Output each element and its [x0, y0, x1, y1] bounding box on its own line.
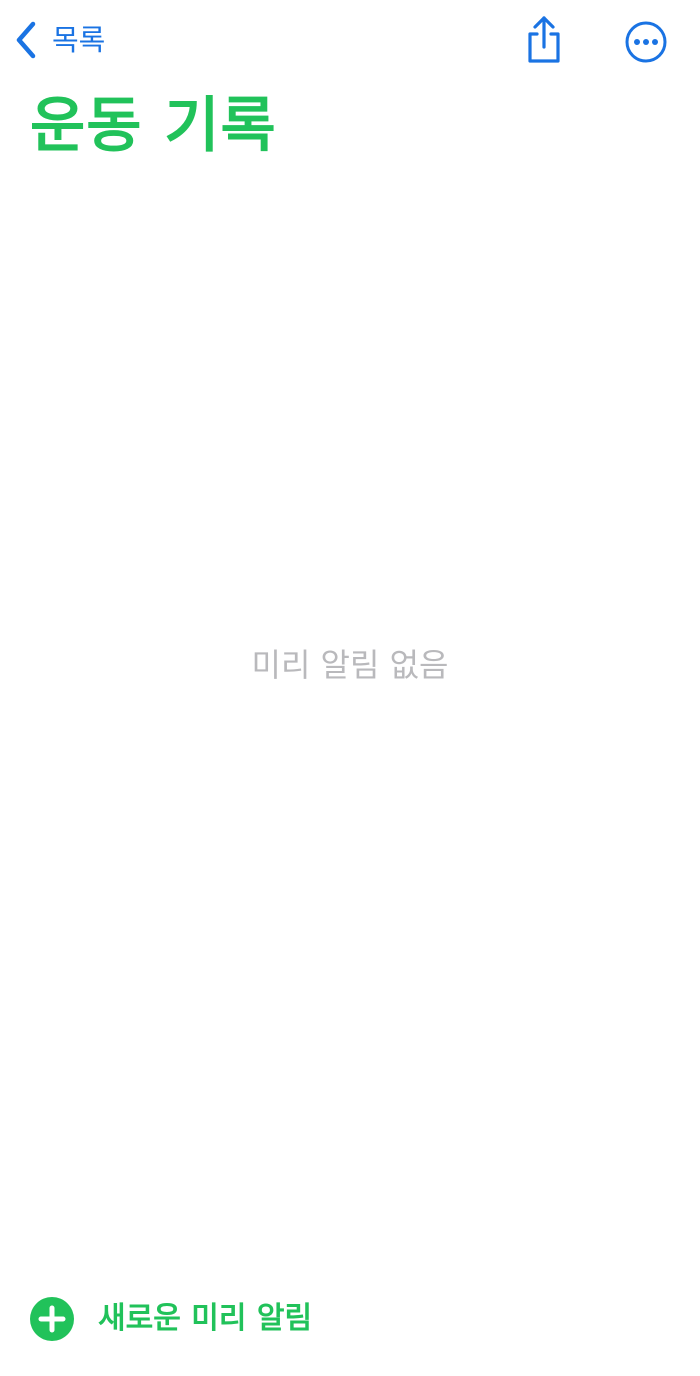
- new-reminder-button[interactable]: 새로운 미리 알림: [28, 1294, 312, 1344]
- share-icon: [520, 16, 568, 70]
- ellipsis-circle-icon: [622, 21, 670, 70]
- chevron-left-icon: [14, 20, 38, 60]
- new-reminder-label: 새로운 미리 알림: [98, 1301, 313, 1336]
- list-title: 운동 기록: [30, 91, 277, 161]
- more-button[interactable]: [622, 18, 670, 66]
- back-label: 목록: [52, 23, 106, 57]
- share-button[interactable]: [520, 14, 568, 66]
- empty-state-message: 미리 알림 없음: [251, 646, 449, 684]
- plus-circle-icon: [28, 1295, 76, 1343]
- navigation-bar: 목록: [0, 0, 700, 84]
- back-button[interactable]: 목록: [14, 18, 105, 62]
